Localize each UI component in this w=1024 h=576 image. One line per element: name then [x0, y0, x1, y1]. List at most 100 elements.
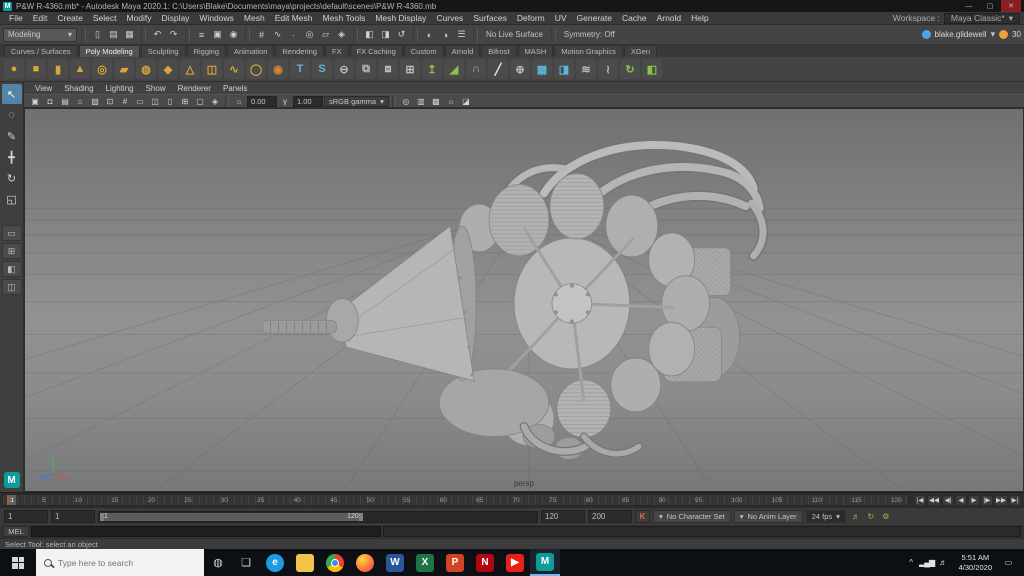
shelf-tab[interactable]: XGen	[623, 45, 658, 57]
select-by-hierarchy-icon[interactable]: ≡	[194, 27, 209, 42]
mel-toggle[interactable]: MEL	[3, 526, 29, 537]
menu-item[interactable]: Curves	[431, 13, 468, 23]
shelf-soccer-ball-icon[interactable]: ◯	[246, 59, 266, 79]
exposure-icon[interactable]: ☼	[232, 95, 246, 107]
menu-item[interactable]: Mesh Tools	[318, 13, 371, 23]
volume-icon[interactable]: ♬	[935, 553, 951, 573]
grid-toggle-icon[interactable]: #	[118, 95, 132, 107]
construction-history-icon[interactable]: ↺	[394, 27, 409, 42]
shelf-cube-icon[interactable]: ■	[26, 59, 46, 79]
loop-icon[interactable]: ↻	[864, 510, 878, 523]
open-scene-icon[interactable]: ▤	[106, 27, 121, 42]
menu-item[interactable]: Display	[157, 13, 195, 23]
cortana-button[interactable]: ◍	[204, 549, 232, 576]
go-to-start-button[interactable]: |◀	[914, 494, 926, 506]
playback-end-field[interactable]	[541, 510, 585, 523]
range-slider-track[interactable]: 1 120	[98, 510, 538, 523]
animation-end-field[interactable]	[588, 510, 632, 523]
view-transform-dropdown[interactable]: sRGB gamma ▾	[324, 95, 389, 107]
taskbar-youtube-icon[interactable]: ▶	[500, 549, 530, 576]
rotate-tool[interactable]: ↻	[2, 168, 22, 188]
field-chart-icon[interactable]: ⊞	[178, 95, 192, 107]
shelf-tab[interactable]: Poly Modeling	[78, 45, 140, 57]
taskbar-word-icon[interactable]: W	[380, 549, 410, 576]
shelf-combine-icon[interactable]: ⧉	[356, 59, 376, 79]
shelf-tab[interactable]: Custom	[403, 45, 444, 57]
menu-item[interactable]: Help	[686, 13, 713, 23]
shelf-quad-draw-icon[interactable]: ▦	[532, 59, 552, 79]
taskbar-explorer-icon[interactable]	[290, 549, 320, 576]
workspace-dropdown[interactable]: Maya Classic* ▾	[943, 12, 1020, 24]
panel-menu-item[interactable]: Panels	[218, 84, 252, 93]
menu-item[interactable]: Mesh Display	[370, 13, 431, 23]
menu-item[interactable]: Edit Mesh	[270, 13, 318, 23]
shelf-mirror-icon[interactable]: ◨	[554, 59, 574, 79]
shelf-plane-icon[interactable]: ▰	[114, 59, 134, 79]
taskbar-maya-icon[interactable]: M	[530, 549, 560, 576]
panel-menu-item[interactable]: View	[30, 84, 57, 93]
new-scene-icon[interactable]: ▯	[90, 27, 105, 42]
layout-hypershade-button[interactable]: ◫	[1, 279, 22, 295]
shelf-tab[interactable]: Curves / Surfaces	[4, 45, 78, 57]
select-by-object-icon[interactable]: ▣	[210, 27, 225, 42]
shelf-svg-icon[interactable]: S	[312, 59, 332, 79]
shelf-tab[interactable]: Sculpting	[140, 45, 186, 57]
menu-item[interactable]: UV	[550, 13, 572, 23]
taskbar-netflix-icon[interactable]: N	[470, 549, 500, 576]
action-center-icon[interactable]: ▭	[1000, 553, 1016, 573]
lock-camera-icon[interactable]: ◘	[43, 95, 57, 107]
step-back-key-button[interactable]: ◀|	[942, 494, 954, 506]
film-gate-icon[interactable]: ▭	[133, 95, 147, 107]
safe-action-icon[interactable]: ▢	[193, 95, 207, 107]
select-by-component-icon[interactable]: ◉	[226, 27, 241, 42]
layout-persp-outliner-button[interactable]: ◧	[1, 261, 22, 277]
redo-icon[interactable]: ↷	[166, 27, 181, 42]
shadows-toggle-icon[interactable]: ◪	[459, 95, 473, 107]
scale-tool[interactable]: ◱	[2, 189, 22, 209]
lighting-toggle-icon[interactable]: ☼	[444, 95, 458, 107]
layout-single-pane-button[interactable]: ▭	[1, 225, 22, 241]
shelf-tab[interactable]: Arnold	[444, 45, 481, 57]
menu-item[interactable]: Deform	[512, 13, 550, 23]
shelf-spin-edge-icon[interactable]: ↻	[620, 59, 640, 79]
task-view-button[interactable]: ❏	[232, 549, 260, 576]
image-plane-icon[interactable]: ▧	[88, 95, 102, 107]
render-current-frame-icon[interactable]: ◐	[422, 27, 437, 42]
menu-item[interactable]: Windows	[194, 13, 238, 23]
shelf-tab[interactable]: FX Caching	[349, 45, 403, 57]
menu-item[interactable]: Edit	[28, 13, 53, 23]
taskbar-firefox-icon[interactable]	[350, 549, 380, 576]
range-slider-handle[interactable]: 1 120	[100, 512, 363, 521]
menu-item[interactable]: Create	[52, 13, 88, 23]
shelf-separate-icon[interactable]: ⧈	[378, 59, 398, 79]
shelf-boolean-icon[interactable]: ⊖	[334, 59, 354, 79]
layout-four-pane-button[interactable]: ⊞	[1, 243, 22, 259]
ipr-render-icon[interactable]: ◑	[438, 27, 453, 42]
search-input[interactable]	[58, 557, 178, 568]
paint-select-tool[interactable]: ✎	[2, 126, 22, 146]
shelf-disc-icon[interactable]: ◍	[136, 59, 156, 79]
shelf-platonic-icon[interactable]: ◆	[158, 59, 178, 79]
inputs-to-selected-icon[interactable]: ◧	[362, 27, 377, 42]
exposure-field[interactable]	[247, 95, 277, 107]
mute-icon[interactable]: ♬	[849, 510, 863, 523]
shelf-extract-icon[interactable]: ⊞	[400, 59, 420, 79]
taskbar-clock[interactable]: 5:51 AM 4/30/2020	[953, 553, 998, 572]
shelf-pipe-icon[interactable]: ◫	[202, 59, 222, 79]
shelf-extrude-icon[interactable]: ↥	[422, 59, 442, 79]
select-camera-icon[interactable]: ▣	[28, 95, 42, 107]
snap-to-point-icon[interactable]: ∙	[286, 27, 301, 42]
playback-start-field[interactable]	[51, 510, 95, 523]
gamma-field[interactable]	[293, 95, 323, 107]
no-live-surface-label[interactable]: No Live Surface	[482, 30, 547, 39]
menu-item[interactable]: Arnold	[652, 13, 687, 23]
auto-key-button[interactable]: K	[635, 510, 650, 523]
signed-in-user[interactable]: blake.glidewell	[935, 30, 987, 39]
network-icon[interactable]: ▂▄▆	[919, 553, 935, 573]
mel-input[interactable]	[31, 526, 381, 537]
bookmarks-icon[interactable]: ⌂	[73, 95, 87, 107]
shelf-cylinder-icon[interactable]: ▮	[48, 59, 68, 79]
shelf-target-weld-icon[interactable]: ⊕	[510, 59, 530, 79]
menu-item[interactable]: Generate	[572, 13, 617, 23]
isolate-select-icon[interactable]: ◎	[399, 95, 413, 107]
